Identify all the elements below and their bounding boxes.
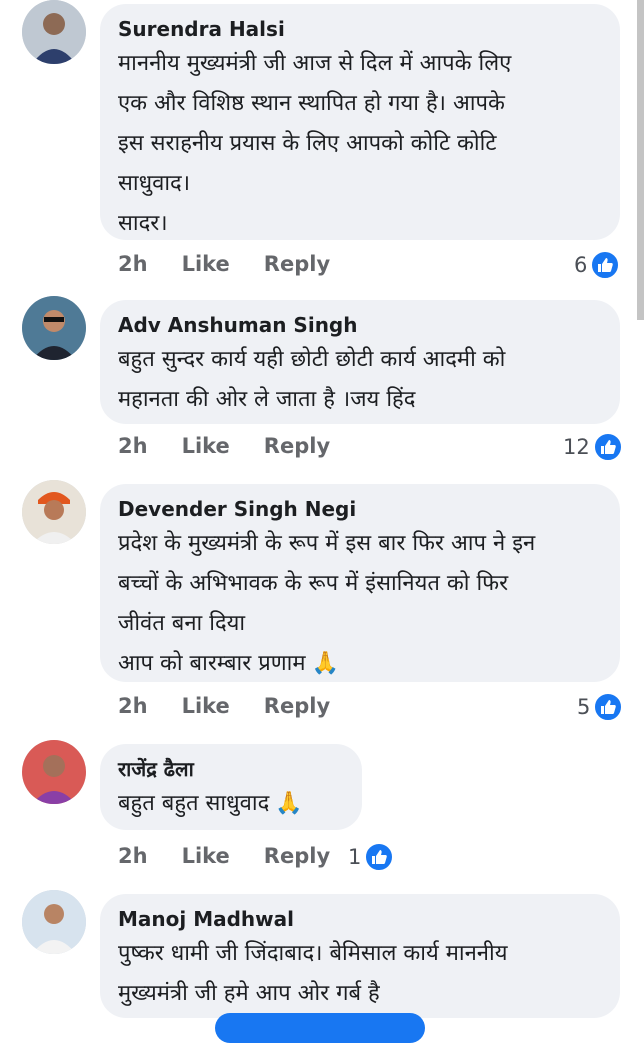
reply-button[interactable]: Reply — [264, 434, 330, 458]
thumbs-up-icon — [593, 692, 624, 722]
person-avatar-icon — [22, 480, 86, 544]
reaction-count[interactable]: 6 — [574, 250, 621, 280]
more-comments-button[interactable] — [215, 1013, 425, 1043]
comment-bubble: राजेंद्र ढैला बहुत बहुत साधुवाद 🙏 — [100, 744, 362, 830]
like-button[interactable]: Like — [182, 694, 230, 718]
thumbs-up-icon — [590, 250, 621, 280]
avatar[interactable] — [22, 890, 86, 954]
reply-button[interactable]: Reply — [264, 252, 330, 276]
comment-author[interactable]: Surendra Halsi — [118, 16, 602, 42]
comment-text-body: बहुत बहुत साधुवाद — [118, 791, 270, 816]
comment-bubble: Surendra Halsi माननीय मुख्यमंत्री जी आज … — [100, 4, 620, 240]
folded-hands-icon: 🙏 — [311, 651, 339, 676]
thumbs-up-icon — [364, 842, 395, 872]
reply-button[interactable]: Reply — [264, 844, 330, 868]
comment-author[interactable]: राजेंद्र ढैला — [118, 756, 344, 782]
comment-time[interactable]: 2h — [118, 844, 148, 868]
comment-actions: 2h Like Reply — [118, 844, 364, 868]
comment-time[interactable]: 2h — [118, 694, 148, 718]
thumbs-up-icon — [592, 432, 623, 462]
like-button[interactable]: Like — [182, 252, 230, 276]
person-avatar-icon — [22, 296, 86, 360]
person-avatar-icon — [22, 740, 86, 804]
reaction-count[interactable]: 5 — [577, 692, 624, 722]
comment-text: बहुत बहुत साधुवाद 🙏 — [118, 784, 344, 824]
scrollbar[interactable] — [637, 0, 644, 320]
reaction-number: 1 — [348, 845, 362, 869]
reaction-number: 6 — [574, 253, 588, 277]
comment-time[interactable]: 2h — [118, 434, 148, 458]
comment-actions: 2h Like Reply — [118, 694, 364, 718]
comment-bubble: Manoj Madhwal पुष्कर धामी जी जिंदाबाद। ब… — [100, 894, 620, 1018]
person-avatar-icon — [22, 0, 86, 64]
reaction-count[interactable]: 12 — [563, 432, 623, 462]
comment-author[interactable]: Adv Anshuman Singh — [118, 312, 602, 338]
person-avatar-icon — [22, 890, 86, 954]
like-button[interactable]: Like — [182, 434, 230, 458]
comment-time[interactable]: 2h — [118, 252, 148, 276]
reply-button[interactable]: Reply — [264, 694, 330, 718]
folded-hands-icon: 🙏 — [275, 791, 303, 816]
reaction-number: 5 — [577, 695, 591, 719]
avatar[interactable] — [22, 296, 86, 360]
comment-author[interactable]: Devender Singh Negi — [118, 496, 602, 522]
avatar[interactable] — [22, 0, 86, 64]
reaction-count[interactable]: 1 — [348, 842, 395, 872]
comment-author[interactable]: Manoj Madhwal — [118, 906, 602, 932]
avatar[interactable] — [22, 740, 86, 804]
comment-text: माननीय मुख्यमंत्री जी आज से दिल में आपके… — [118, 51, 512, 236]
comment-bubble: Devender Singh Negi प्रदेश के मुख्यमंत्र… — [100, 484, 620, 682]
avatar[interactable] — [22, 480, 86, 544]
comment-text: प्रदेश के मुख्यमंत्री के रूप में इस बार … — [118, 524, 602, 684]
comment-actions: 2h Like Reply — [118, 434, 364, 458]
comment-actions: 2h Like Reply — [118, 252, 364, 276]
comment-text: बहुत सुन्दर कार्य यही छोटी छोटी कार्य आद… — [118, 347, 506, 412]
comment-text: पुष्कर धामी जी जिंदाबाद। बेमिसाल कार्य म… — [118, 941, 508, 1006]
reaction-number: 12 — [563, 435, 590, 459]
like-button[interactable]: Like — [182, 844, 230, 868]
comment-bubble: Adv Anshuman Singh बहुत सुन्दर कार्य यही… — [100, 300, 620, 424]
